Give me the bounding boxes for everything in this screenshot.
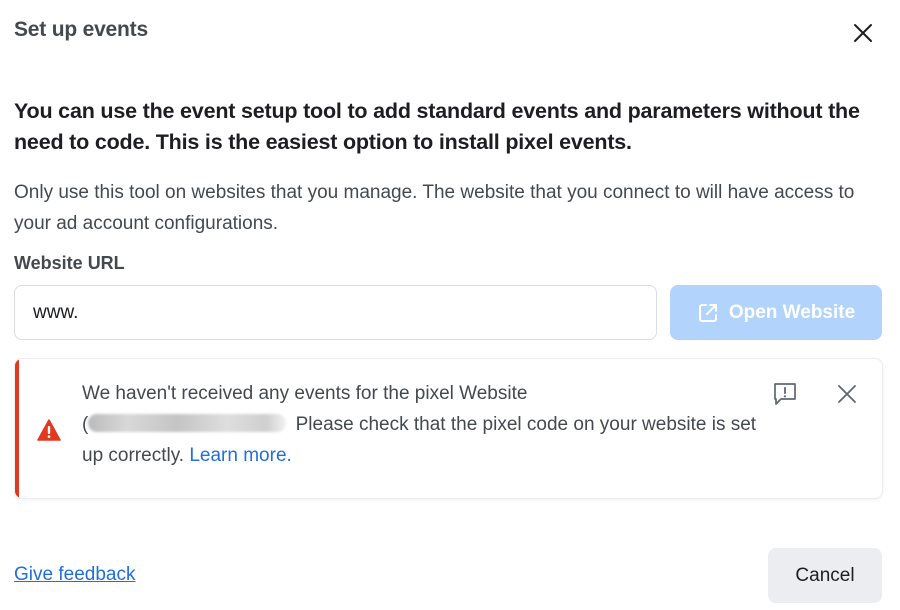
headline-text: You can use the event setup tool to add … xyxy=(14,99,860,154)
description-text: Only use this tool on websites that you … xyxy=(14,182,855,234)
warning-triangle-icon xyxy=(37,419,61,441)
dialog-title: Set up events xyxy=(14,18,148,41)
alert-dismiss-button[interactable] xyxy=(833,380,861,408)
pixel-error-alert: We haven't received any events for the p… xyxy=(14,358,883,499)
open-website-button[interactable]: Open Website xyxy=(670,285,882,340)
website-url-input[interactable] xyxy=(14,285,657,340)
give-feedback-link[interactable]: Give feedback xyxy=(14,564,135,586)
dialog-close-button[interactable] xyxy=(848,18,878,48)
alert-accent-bar xyxy=(15,359,19,498)
report-feedback-icon xyxy=(774,383,796,405)
set-up-events-dialog: Set up events You can use the event setu… xyxy=(0,0,900,610)
external-link-icon xyxy=(698,303,717,322)
alert-text-part1: We haven't received any events for the p… xyxy=(82,383,528,404)
redacted-pixel-name xyxy=(88,414,287,432)
alert-message: We haven't received any events for the p… xyxy=(82,378,772,471)
learn-more-link[interactable]: Learn more. xyxy=(189,445,291,466)
alert-feedback-button[interactable] xyxy=(771,380,799,408)
open-website-label: Open Website xyxy=(728,301,856,323)
close-icon xyxy=(838,385,856,403)
cancel-button[interactable]: Cancel xyxy=(768,548,882,603)
close-icon xyxy=(854,24,872,42)
website-url-label: Website URL xyxy=(14,253,125,273)
